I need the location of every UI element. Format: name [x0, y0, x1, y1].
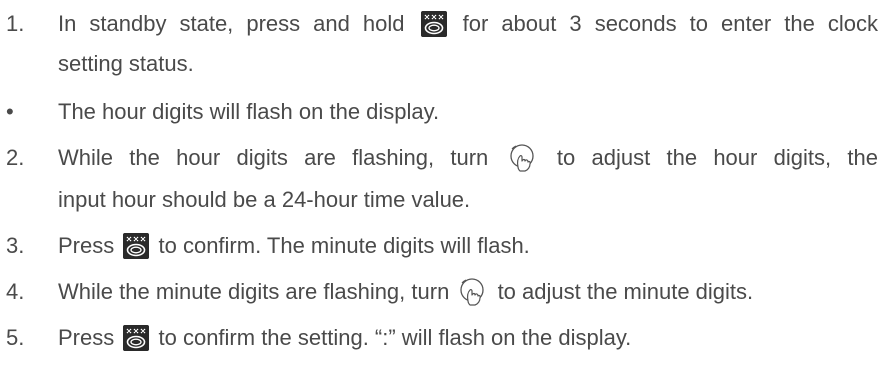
step-number: 1.: [6, 11, 25, 36]
step-2-continuation: input hour should be a 24-hour time valu…: [58, 187, 471, 212]
step-text: Press to confirm. The minute digits will…: [58, 233, 530, 259]
clock-button-icon: [123, 325, 150, 351]
rotary-knob-icon: [460, 278, 485, 306]
step-text: In standby state, press and hold for abo…: [58, 11, 878, 37]
step-number: 3.: [6, 233, 25, 258]
step-text: While the hour digits are flashing, turn…: [58, 138, 878, 178]
step-text: The hour digits will flash on the displa…: [58, 99, 440, 124]
bullet-marker: •: [6, 99, 14, 124]
step-text: While the minute digits are flashing, tu…: [58, 272, 878, 312]
instruction-list: 1. In standby state, press and hold for …: [0, 0, 885, 378]
clock-button-icon: [123, 233, 150, 259]
step-number: 2.: [6, 145, 25, 170]
rotary-knob-icon: [509, 144, 534, 172]
clock-button-icon: [420, 11, 447, 37]
step-1-continuation: setting status.: [58, 51, 194, 76]
step-text: Press to confirm the setting. “:” will f…: [58, 325, 632, 351]
step-number: 5.: [6, 325, 25, 350]
step-number: 4.: [6, 279, 25, 304]
